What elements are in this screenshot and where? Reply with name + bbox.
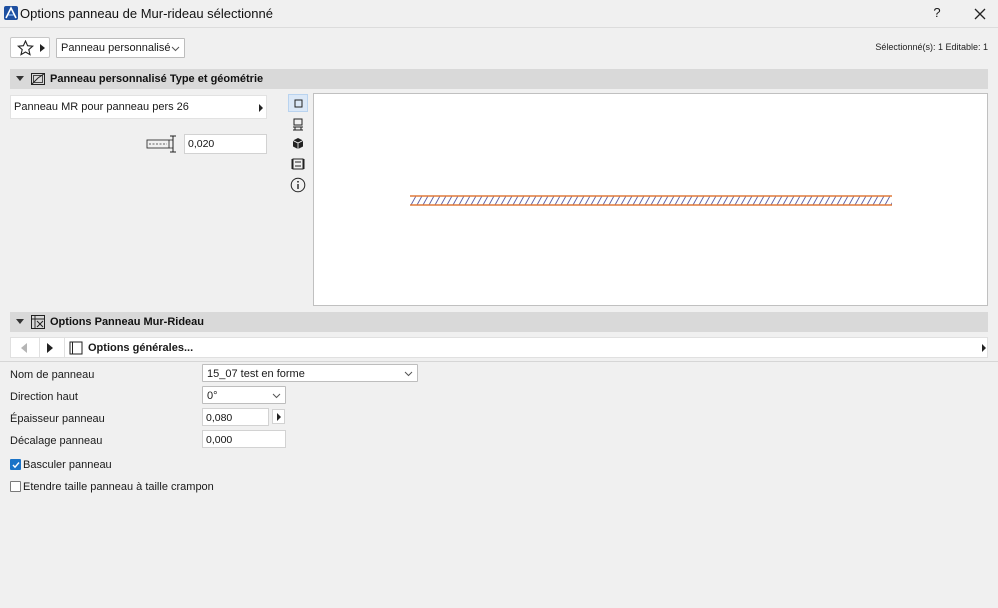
divider (64, 338, 65, 357)
panel-thickness-label: Épaisseur panneau (10, 413, 105, 425)
star-icon (17, 40, 34, 56)
flip-panel-label[interactable]: Basculer panneau (23, 459, 112, 471)
frame-thickness-input[interactable]: 0,020 (184, 134, 267, 154)
thickness-options-button[interactable] (272, 409, 285, 424)
panel-offset-label: Décalage panneau (10, 435, 103, 447)
panel-thickness-value: 0,080 (206, 412, 233, 424)
extend-panel-label[interactable]: Etendre taille panneau à taille crampon (23, 481, 214, 493)
chevron-right-icon (277, 413, 281, 421)
preset-select-value: Panneau personnalisé (61, 42, 171, 54)
window-title: Options panneau de Mur-rideau sélectionn… (20, 6, 273, 21)
view-section-button[interactable] (288, 115, 308, 133)
section-options-header[interactable]: Options Panneau Mur-Rideau (10, 312, 988, 332)
view-plan-button[interactable] (288, 94, 308, 112)
frame-thickness-value: 0,020 (188, 138, 215, 150)
panel-offset-input[interactable]: 0,000 (202, 430, 286, 448)
help-button[interactable]: ? (928, 5, 946, 23)
previous-page-icon[interactable] (21, 343, 27, 353)
divider (39, 338, 40, 357)
selection-info: Sélectionné(s): 1 Editable: 1 (875, 42, 988, 52)
page-select-label[interactable]: Options générales... (88, 342, 193, 354)
chevron-right-icon (259, 104, 263, 112)
collapse-triangle-icon[interactable] (16, 319, 24, 324)
elevation-view-icon (291, 158, 305, 170)
panel-geometry-icon (31, 73, 45, 85)
collapse-triangle-icon[interactable] (16, 76, 24, 81)
section-options-title: Options Panneau Mur-Rideau (50, 316, 205, 328)
square-icon (294, 99, 303, 108)
checkmark-icon (12, 462, 20, 469)
page-navigation-bar: Options générales... (10, 337, 988, 358)
cube-3d-icon (292, 138, 304, 149)
curtain-wall-panel-icon (31, 315, 45, 329)
info-button[interactable] (288, 176, 308, 194)
section-type-geometry-header[interactable]: Panneau personnalisé Type et géométrie (10, 69, 988, 89)
frame-thickness-icon (146, 135, 176, 153)
title-bar: Options panneau de Mur-rideau sélectionn… (0, 0, 998, 28)
chevron-down-icon (272, 393, 281, 399)
favorites-arrow-icon (40, 44, 45, 52)
section-view-icon (293, 118, 303, 131)
panel-type-label: Panneau MR pour panneau pers 26 (14, 101, 189, 113)
panel-thickness-input[interactable]: 0,080 (202, 408, 269, 426)
page-icon (69, 341, 83, 355)
panel-type-selector[interactable]: Panneau MR pour panneau pers 26 (10, 95, 267, 119)
view-elevation-button[interactable] (288, 155, 308, 173)
divider (0, 361, 998, 362)
direction-up-value: 0° (207, 390, 218, 402)
view-3d-button[interactable] (288, 135, 308, 153)
direction-up-label: Direction haut (10, 391, 78, 403)
direction-up-select[interactable]: 0° (202, 386, 286, 404)
page-menu-arrow-icon[interactable] (982, 344, 986, 352)
section-type-geometry-title: Panneau personnalisé Type et géométrie (50, 73, 264, 85)
chevron-down-icon (404, 371, 413, 377)
panel-offset-value: 0,000 (206, 434, 233, 446)
extend-panel-checkbox[interactable] (10, 481, 21, 492)
favorites-button[interactable] (10, 37, 50, 58)
hatched-panel-section (410, 195, 892, 206)
panel-name-select[interactable]: 15_07 test en forme (202, 364, 418, 382)
panel-preview (313, 93, 988, 306)
panel-name-value: 15_07 test en forme (207, 368, 305, 380)
preset-select[interactable]: Panneau personnalisé (56, 38, 185, 58)
chevron-down-icon (171, 46, 180, 52)
next-page-icon[interactable] (47, 343, 53, 353)
flip-panel-checkbox[interactable] (10, 459, 21, 470)
info-icon (290, 177, 306, 193)
close-icon[interactable] (970, 4, 990, 24)
archicad-app-icon (4, 6, 18, 20)
panel-name-label: Nom de panneau (10, 369, 95, 381)
